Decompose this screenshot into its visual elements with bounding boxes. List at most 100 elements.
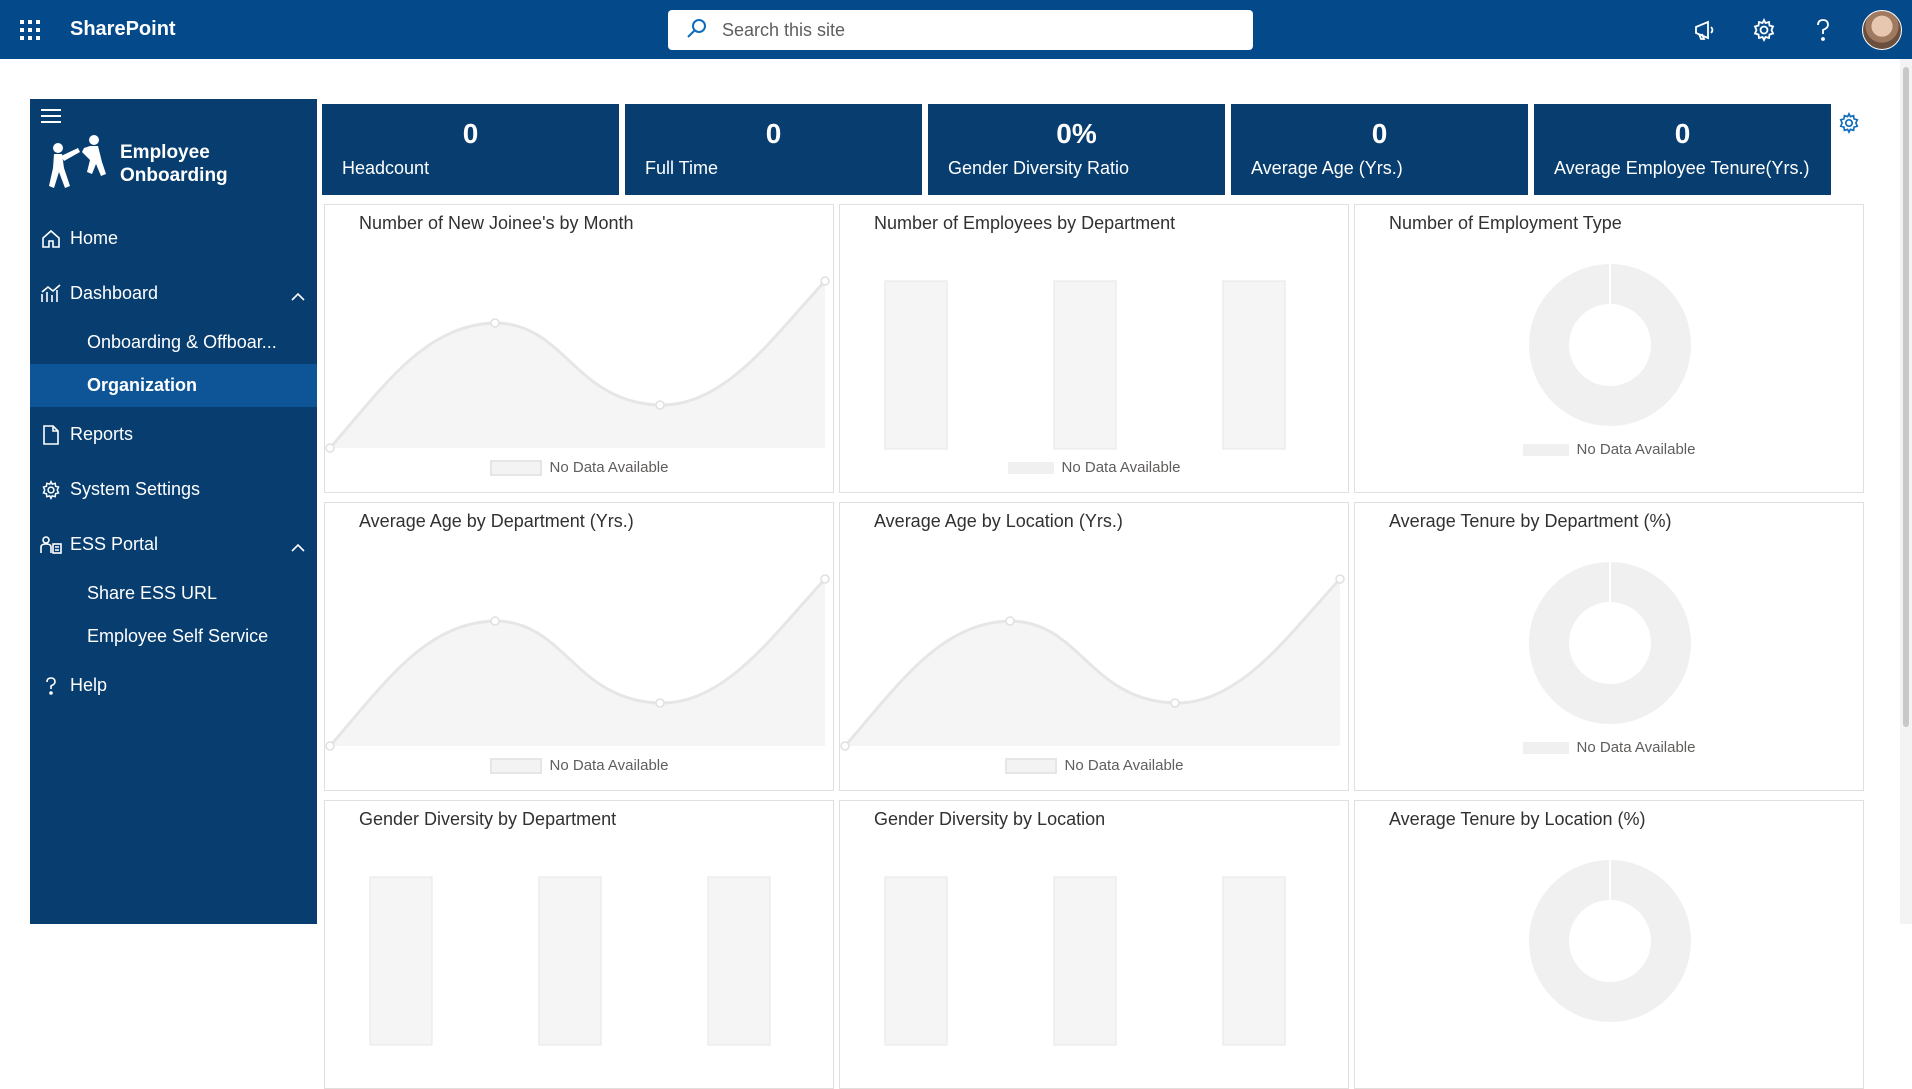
- bar: [1053, 876, 1117, 1046]
- hamburger-menu-icon[interactable]: [40, 105, 62, 127]
- empty-chart-placeholder: [884, 876, 1286, 1046]
- help-icon[interactable]: [1793, 0, 1852, 59]
- empty-chart-placeholder: [325, 574, 830, 751]
- brand-link[interactable]: SharePoint: [70, 18, 176, 41]
- kpi-label: Full Time: [645, 158, 719, 178]
- sidebar-item-reports[interactable]: Reports: [30, 407, 317, 462]
- kpi-value: 0%: [1056, 118, 1097, 149]
- chart-card: Average Tenure by Department (%) No Data …: [1354, 502, 1864, 791]
- bar: [707, 876, 771, 1046]
- chart-card: Number of New Joinee's by Month No Data A…: [324, 204, 834, 493]
- kpi-gender-diversity-ratio: 0% Gender Diversity Ratio: [928, 104, 1225, 195]
- data-point: [840, 741, 850, 751]
- sidebar-item-label: System Settings: [70, 479, 201, 499]
- legend-label: No Data Available: [549, 757, 669, 774]
- legend-label: No Data Available: [1576, 739, 1696, 756]
- kpi-label: Average Employee Tenure(Yrs.): [1554, 158, 1810, 178]
- search-icon: [686, 17, 708, 44]
- data-point: [655, 698, 665, 708]
- logo-title-line1: Employee: [120, 142, 210, 163]
- data-point: [325, 443, 335, 453]
- sidebar-item-organization[interactable]: Organization: [30, 364, 317, 407]
- logo-title-line2: Onboarding: [120, 165, 228, 186]
- sidebar: Employee Onboarding Home Dashboard Onboa…: [30, 99, 317, 924]
- sidebar-item-onboarding-offboarding[interactable]: Onboarding & Offboar...: [30, 321, 317, 364]
- legend-label: No Data Available: [549, 459, 669, 476]
- sidebar-item-ess-portal[interactable]: ESS Portal: [30, 517, 317, 572]
- legend-swatch: [489, 459, 542, 476]
- sidebar-item-help[interactable]: Help: [30, 658, 317, 713]
- scrollbar-thumb[interactable]: [1903, 67, 1909, 727]
- bar: [1053, 280, 1117, 450]
- empty-chart-placeholder: [325, 276, 830, 453]
- chart-card: Average Age by Department (Yrs.) No Data …: [324, 502, 834, 791]
- settings-gear-icon[interactable]: [1734, 0, 1793, 59]
- kpi-headcount: 0 Headcount: [322, 104, 619, 195]
- legend-swatch: [1004, 757, 1057, 774]
- legend-swatch: [1522, 443, 1569, 456]
- data-point: [1005, 616, 1015, 626]
- legend-swatch: [489, 757, 542, 774]
- sidebar-item-home[interactable]: Home: [30, 211, 317, 266]
- chart-legend: No Data Available: [325, 757, 833, 774]
- empty-chart-placeholder: [884, 280, 1286, 450]
- bar: [538, 876, 602, 1046]
- document-icon: [40, 424, 62, 446]
- kpi-label: Average Age (Yrs.): [1251, 158, 1403, 178]
- bar: [884, 876, 948, 1046]
- kpi-value: 0: [765, 118, 782, 149]
- chart-icon: [40, 283, 62, 305]
- avatar[interactable]: [1862, 9, 1902, 50]
- sidebar-item-label: Dashboard: [70, 283, 159, 303]
- data-point: [325, 741, 335, 751]
- data-point: [655, 400, 665, 410]
- data-point: [490, 318, 500, 328]
- chart-legend: No Data Available: [1355, 739, 1863, 756]
- chevron-up-icon[interactable]: [291, 537, 305, 558]
- app-launcher-icon[interactable]: [0, 0, 60, 59]
- kpi-average-age: 0 Average Age (Yrs.): [1231, 104, 1528, 195]
- kpi-value: 0: [1371, 118, 1388, 149]
- page-scrollbar[interactable]: [1900, 59, 1912, 924]
- kpi-value: 0: [1674, 118, 1691, 149]
- chart-legend: No Data Available: [840, 459, 1348, 476]
- dashboard-settings-gear-icon[interactable]: [1838, 111, 1860, 139]
- data-point: [490, 616, 500, 626]
- kpi-average-tenure: 0 Average Employee Tenure(Yrs.): [1534, 104, 1831, 195]
- empty-chart-placeholder: [840, 574, 1345, 751]
- home-icon: [40, 228, 62, 250]
- kpi-value: 0: [462, 118, 479, 149]
- bar: [1222, 876, 1286, 1046]
- data-point: [1335, 574, 1345, 584]
- sidebar-item-system-settings[interactable]: System Settings: [30, 462, 317, 517]
- sidebar-nav: Home Dashboard Onboarding & Offboar... O…: [30, 211, 317, 713]
- kpi-label: Headcount: [342, 158, 430, 178]
- bar: [1222, 280, 1286, 450]
- data-point: [1170, 698, 1180, 708]
- app-logo[interactable]: Employee Onboarding: [44, 131, 314, 197]
- bar: [884, 280, 948, 450]
- chart-card: Number of Employees by Department No Data…: [839, 204, 1349, 493]
- data-point: [820, 276, 830, 286]
- legend-swatch: [1007, 461, 1054, 474]
- kpi-full-time: 0 Full Time: [625, 104, 922, 195]
- sidebar-item-label: Home: [70, 228, 119, 248]
- sidebar-item-label: Reports: [70, 424, 134, 444]
- megaphone-icon[interactable]: [1675, 0, 1734, 59]
- gear-icon: [40, 479, 62, 501]
- search-input[interactable]: [722, 19, 1202, 41]
- kpi-label: Gender Diversity Ratio: [948, 158, 1130, 178]
- sidebar-item-label: ESS Portal: [70, 534, 159, 554]
- sidebar-item-share-ess-url[interactable]: Share ESS URL: [30, 572, 317, 615]
- chart-card: Average Age by Location (Yrs.) No Data Av…: [839, 502, 1349, 791]
- question-icon: [40, 675, 62, 697]
- chart-card: Average Tenure by Location (%): [1354, 800, 1864, 1089]
- chart-legend: No Data Available: [840, 757, 1348, 774]
- chevron-up-icon[interactable]: [291, 286, 305, 307]
- search-box[interactable]: [668, 10, 1253, 50]
- sidebar-item-label: Help: [70, 675, 108, 695]
- chart-card: Number of Employment Type No Data Availab…: [1354, 204, 1864, 493]
- sidebar-item-dashboard[interactable]: Dashboard: [30, 266, 317, 321]
- legend-label: No Data Available: [1061, 459, 1181, 476]
- sidebar-item-employee-self-service[interactable]: Employee Self Service: [30, 615, 317, 658]
